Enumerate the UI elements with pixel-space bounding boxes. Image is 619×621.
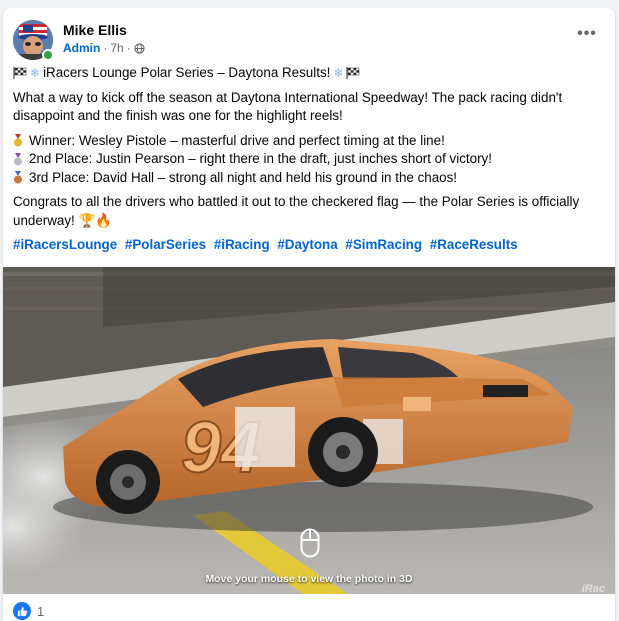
author-role-badge[interactable]: Admin bbox=[63, 41, 100, 55]
result-text: 3rd Place: David Hall – strong all night… bbox=[29, 169, 458, 185]
result-item: 3rd Place: David Hall – strong all night… bbox=[13, 169, 603, 188]
result-text: 2nd Place: Justin Pearson – right there … bbox=[29, 151, 492, 166]
like-icon bbox=[13, 602, 31, 620]
post-intro: What a way to kick off the season at Day… bbox=[13, 89, 563, 124]
post-title-line: ❄ iRacers Lounge Polar Series – Daytona … bbox=[13, 64, 603, 83]
post-title: iRacers Lounge Polar Series – Daytona Re… bbox=[43, 65, 331, 80]
mouse-icon bbox=[300, 528, 320, 558]
post-time[interactable]: 7h bbox=[110, 41, 123, 55]
meta-separator: · bbox=[126, 41, 131, 55]
reactions-bar[interactable]: 1 bbox=[13, 601, 44, 621]
hashtag-link[interactable]: #iRacersLounge bbox=[13, 237, 117, 252]
post-meta: Admin · 7h · bbox=[63, 41, 145, 55]
snowflake-icon: ❄ bbox=[30, 66, 41, 80]
photo-3d-hint: Move your mouse to view the photo in 3D bbox=[205, 573, 413, 585]
hashtag-link[interactable]: #PolarSeries bbox=[125, 237, 206, 252]
more-options-button[interactable]: ••• bbox=[575, 26, 599, 46]
fire-icon: 🔥 bbox=[95, 212, 112, 228]
gold-medal-icon bbox=[14, 134, 22, 147]
online-status-dot bbox=[42, 49, 54, 61]
post-card: Mike Ellis Admin · 7h · ••• ❄ iRacers Lo… bbox=[3, 8, 615, 621]
post-body: ❄ iRacers Lounge Polar Series – Daytona … bbox=[13, 64, 603, 261]
globe-icon bbox=[134, 42, 145, 54]
photo-watermark: iRac bbox=[581, 583, 605, 595]
result-item: 2nd Place: Justin Pearson – right there … bbox=[13, 150, 603, 169]
hashtag-list: #iRacersLounge #PolarSeries #iRacing #Da… bbox=[13, 236, 603, 255]
checkered-flag-icon bbox=[13, 67, 27, 80]
hashtag-link[interactable]: #SimRacing bbox=[345, 237, 422, 252]
post-outro: Congrats to all the drivers who battled … bbox=[13, 193, 603, 230]
author-name[interactable]: Mike Ellis bbox=[63, 22, 127, 38]
snowflake-icon: ❄ bbox=[333, 66, 344, 80]
hashtag-link[interactable]: #RaceResults bbox=[430, 237, 518, 252]
meta-separator: · bbox=[103, 41, 108, 55]
hashtag-link[interactable]: #iRacing bbox=[214, 237, 270, 252]
result-item: Winner: Wesley Pistole – masterful drive… bbox=[13, 132, 603, 151]
result-text: Winner: Wesley Pistole – masterful drive… bbox=[29, 132, 445, 148]
results-list: Winner: Wesley Pistole – masterful drive… bbox=[13, 132, 603, 188]
trophy-icon: 🏆 bbox=[78, 212, 96, 228]
silver-medal-icon bbox=[14, 152, 22, 166]
reaction-count[interactable]: 1 bbox=[37, 604, 44, 619]
checkered-flag-icon bbox=[346, 67, 360, 80]
hashtag-link[interactable]: #Daytona bbox=[277, 237, 337, 252]
post-header: Mike Ellis Admin · 7h · ••• bbox=[13, 20, 605, 62]
bronze-medal-icon bbox=[14, 171, 22, 184]
